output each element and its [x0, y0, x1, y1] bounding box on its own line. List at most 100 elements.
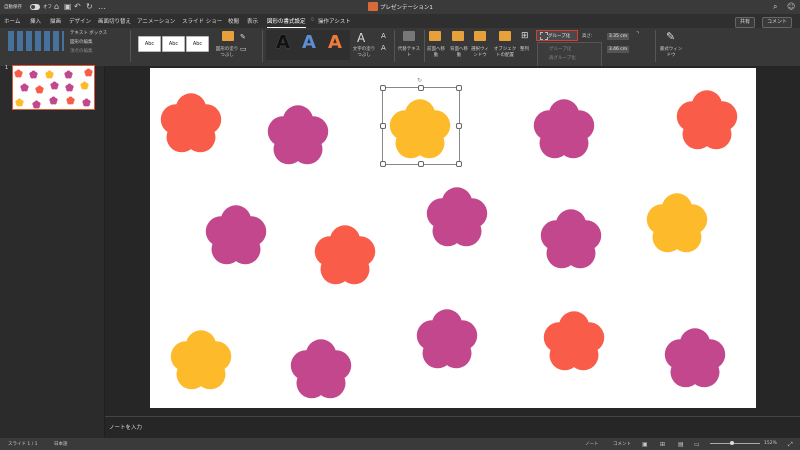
tab-animations[interactable]: アニメーション	[137, 17, 175, 25]
resize-handle[interactable]	[456, 161, 462, 167]
textbox-button[interactable]: テキスト ボックス	[70, 31, 107, 37]
tab-insert[interactable]: 挿入	[30, 17, 41, 25]
effects-icon[interactable]: ▭	[240, 45, 247, 53]
format-pane-icon[interactable]: ✎	[666, 30, 675, 43]
flower-shape[interactable]	[288, 336, 354, 402]
thumbnail-flower	[49, 96, 58, 105]
home-icon[interactable]: ⌂	[54, 2, 59, 12]
align-objects-button[interactable]: オブジェクトの配置	[492, 47, 518, 58]
resize-handle[interactable]	[380, 123, 386, 129]
alt-text-icon[interactable]	[403, 31, 415, 41]
title-bar: 自動保存 オフ ⌂ ▣ ↶ ↻ … プレゼンテーション1 ⌕ ☺	[0, 0, 800, 14]
flower-shape[interactable]	[203, 202, 269, 268]
thumbnail-flower	[84, 68, 93, 77]
flower-shape[interactable]	[312, 222, 378, 288]
autosave-label: 自動保存	[4, 5, 22, 10]
fit-to-window-icon[interactable]: ⤢	[788, 441, 793, 449]
flower-shape[interactable]	[662, 325, 728, 391]
notes-button[interactable]: ノート	[585, 441, 599, 447]
tab-home[interactable]: ホーム	[4, 17, 20, 25]
flower-shape[interactable]	[168, 327, 234, 393]
alt-text-button[interactable]: 代替テキスト	[397, 47, 421, 58]
tab-view[interactable]: 表示	[247, 17, 258, 25]
outline-icon[interactable]: ✎	[240, 33, 246, 41]
text-fill-icon[interactable]: A	[357, 31, 365, 45]
flower-shape[interactable]	[674, 87, 740, 153]
width-field[interactable]: 3.46 cm	[607, 46, 629, 53]
shape-fill-button[interactable]: 図形の塗りつぶし	[215, 47, 239, 58]
language[interactable]: 日本語	[54, 441, 68, 447]
selection-pane-icon[interactable]	[474, 31, 486, 41]
notes-pane[interactable]: ノートを入力	[105, 416, 800, 439]
zoom-slider[interactable]	[710, 443, 760, 444]
zoom-slider-thumb[interactable]	[730, 441, 734, 445]
height-field[interactable]: 3.35 cm	[607, 33, 629, 40]
shape-style-3[interactable]: Abc	[186, 36, 209, 52]
shape-gallery[interactable]	[8, 31, 64, 51]
tab-draw[interactable]: 描画	[50, 17, 61, 25]
resize-handle[interactable]	[418, 161, 424, 167]
selection-pane-button[interactable]: 選択ウィンドウ	[470, 47, 490, 58]
text-effects-icon[interactable]: A	[381, 44, 386, 52]
tab-review[interactable]: 校閲	[228, 17, 239, 25]
tab-transitions[interactable]: 画面切り替え	[98, 17, 131, 25]
flower-shape[interactable]	[538, 206, 604, 272]
text-fill-button[interactable]: 文字の塗りつぶし	[352, 47, 376, 58]
slide-sorter-icon[interactable]: ⊞	[660, 441, 665, 448]
edit-shape-button[interactable]: 図形の編集	[70, 40, 93, 46]
thumbnail-flower	[32, 99, 41, 109]
send-backward-icon[interactable]	[452, 31, 464, 41]
flower-shape[interactable]	[158, 90, 224, 156]
redo-icon[interactable]: ↻	[86, 2, 93, 12]
bring-forward-icon[interactable]	[429, 31, 441, 41]
paint-bucket-icon[interactable]	[222, 31, 234, 41]
comments-button[interactable]: コメント	[762, 17, 793, 28]
align-icon[interactable]	[499, 31, 511, 41]
send-backward-button[interactable]: 背面へ移動	[450, 47, 468, 58]
wordart-style-3[interactable]: A	[328, 33, 342, 53]
wordart-style-1[interactable]: A	[276, 33, 290, 53]
autosave-toggle[interactable]	[30, 4, 40, 10]
wordart-style-2[interactable]: A	[302, 33, 316, 53]
comments-status-button[interactable]: コメント	[613, 441, 631, 447]
zoom-level[interactable]: 152%	[764, 441, 777, 446]
flower-shape[interactable]	[541, 308, 607, 374]
arrange-icon[interactable]: ⊞	[521, 31, 529, 41]
tab-design[interactable]: デザイン	[69, 17, 91, 25]
flower-shape[interactable]	[424, 184, 490, 250]
text-outline-icon[interactable]: A	[381, 32, 386, 40]
resize-handle[interactable]	[418, 85, 424, 91]
bring-forward-button[interactable]: 前面へ移動	[427, 47, 445, 58]
flower-shape[interactable]	[265, 102, 331, 168]
slideshow-icon[interactable]: ▭	[694, 441, 700, 448]
flower-shape[interactable]	[644, 190, 710, 256]
menu-item-regroup[interactable]: 再グループ化	[549, 55, 576, 61]
account-icon[interactable]: ☺	[787, 2, 795, 12]
flower-shape[interactable]	[531, 96, 597, 162]
undo-icon[interactable]: ↶	[74, 2, 81, 12]
resize-handle[interactable]	[456, 123, 462, 129]
save-icon[interactable]: ▣	[64, 2, 72, 12]
resize-handle[interactable]	[456, 85, 462, 91]
arrange-button[interactable]: 整列	[520, 47, 529, 53]
selection-box[interactable]	[380, 85, 462, 167]
tab-shape-format[interactable]: 図形の書式設定	[267, 17, 306, 28]
tell-me-assist[interactable]: 操作アシスト	[318, 17, 351, 25]
edit-points-button[interactable]: 頂点の編集	[70, 49, 93, 55]
rotate-handle-icon[interactable]: ↻	[417, 77, 422, 84]
search-icon[interactable]: ⌕	[773, 2, 777, 12]
shape-style-2[interactable]: Abc	[162, 36, 185, 52]
resize-handle[interactable]	[380, 161, 386, 167]
reading-view-icon[interactable]: ▤	[678, 441, 684, 448]
format-pane-button[interactable]: 書式ウィンドウ	[658, 47, 684, 58]
share-button[interactable]: 共有	[735, 17, 756, 28]
size-stepper-icon[interactable]: ⌝	[636, 31, 639, 38]
flower-shape[interactable]	[414, 306, 480, 372]
slide-thumbnail[interactable]	[12, 65, 95, 110]
menu-item-group[interactable]: グループ化	[549, 46, 571, 52]
shape-style-1[interactable]: Abc	[138, 36, 161, 52]
more-icon[interactable]: …	[98, 2, 106, 12]
tab-slideshow[interactable]: スライド ショー	[182, 17, 222, 25]
normal-view-icon[interactable]: ▣	[642, 441, 648, 448]
resize-handle[interactable]	[380, 85, 386, 91]
